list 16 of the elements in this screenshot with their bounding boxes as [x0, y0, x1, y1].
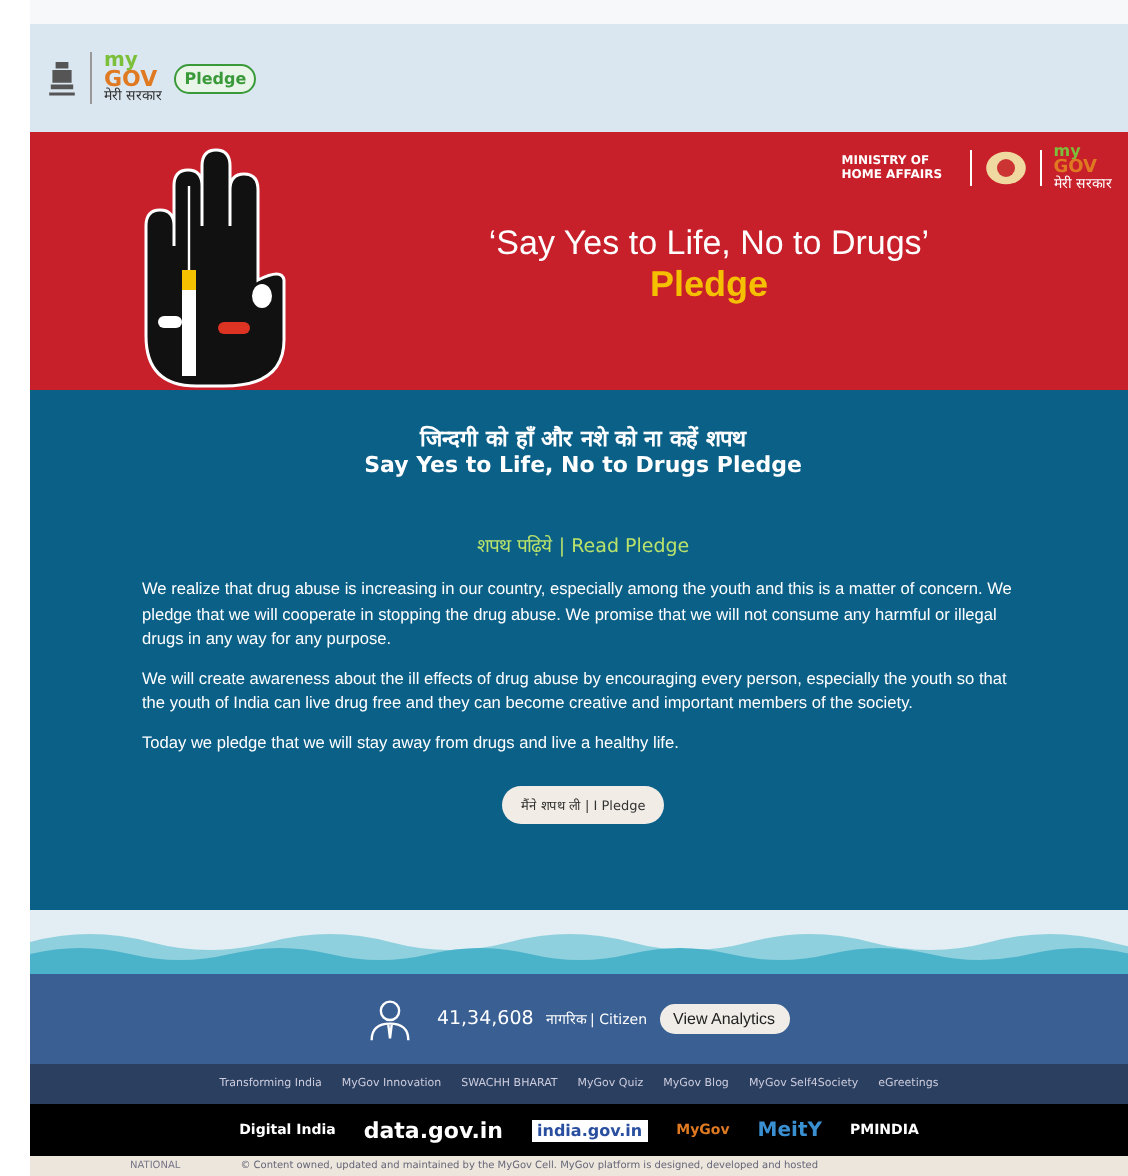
pledge-title-hindi: जिन्दगी को हाँ और नशे को ना कहें शपथ [420, 423, 746, 452]
citizen-count: 41,34,608 [436, 1008, 534, 1030]
pledge-paragraph: Today we pledge that we will stay away from drugs and live a healthy life. [142, 729, 681, 754]
pledge-paragraph: We will create awareness about the ill effects of drug abuse by encouraging every person, especially the youth so that the youth of India can live drug free and they can become creative and important members of the society. [142, 665, 1009, 715]
view-analytics-button[interactable]: View Analytics [659, 1004, 790, 1034]
partner-logo[interactable]: india.gov.in [531, 1119, 649, 1141]
read-pledge-link[interactable]: शपथ पढ़िये | Read Pledge [476, 532, 690, 558]
pledge-title: Say Yes to Life, No to Drugs Pledge [364, 452, 802, 478]
police-badge-icon [983, 150, 1028, 186]
pledge-paragraph: We realize that drug abuse is increasing in our country, especially among the youth and this is a matter of concern. We pledge that we will cooperate in stopping the drug abuse. We promise that we will not consume any harmful or illegal drugs in any way for any purpose. [142, 576, 1014, 651]
banner-subtitle: Pledge [649, 264, 769, 306]
partner-logo[interactable]: MeitY [757, 1119, 822, 1141]
partner-logo[interactable]: data.gov.in [363, 1117, 504, 1143]
person-icon [368, 997, 413, 1041]
banner-title: ‘Say Yes to Life, No to Drugs’ [488, 224, 930, 264]
pledge-badge: Pledge [174, 63, 257, 93]
